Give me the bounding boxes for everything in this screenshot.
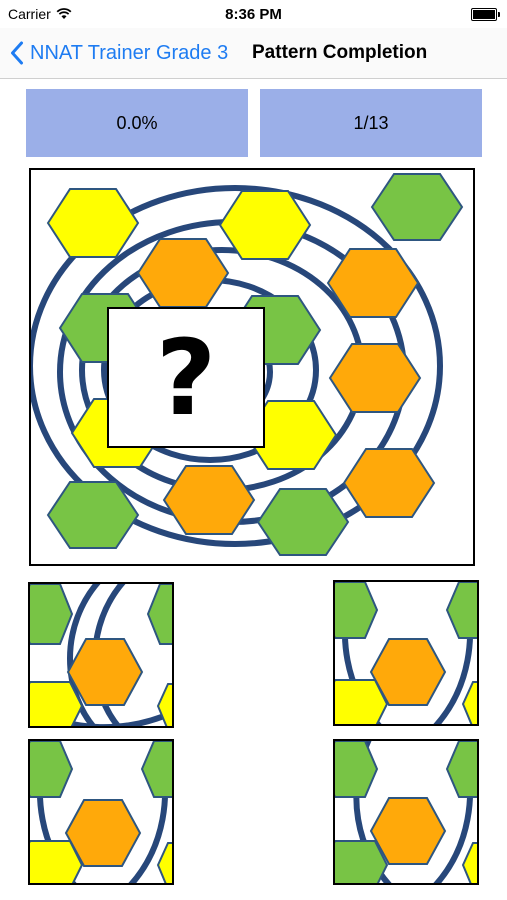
back-button-label: NNAT Trainer Grade 3 bbox=[30, 41, 229, 64]
answer-option-1-pattern bbox=[30, 584, 172, 726]
back-button[interactable]: NNAT Trainer Grade 3 bbox=[10, 37, 228, 69]
page-title: Pattern Completion bbox=[252, 42, 428, 63]
nav-bar: NNAT Trainer Grade 3 Pattern Completion bbox=[0, 28, 507, 79]
answer-option-3-pattern bbox=[30, 741, 172, 883]
progress-value: 1/13 bbox=[353, 112, 389, 133]
status-bar: Carrier 8:36 PM bbox=[0, 0, 507, 28]
progress-box: 1/13 bbox=[260, 89, 482, 157]
answer-option-3[interactable] bbox=[28, 739, 174, 885]
missing-piece-box: ? bbox=[107, 307, 265, 448]
answer-option-4-pattern bbox=[335, 741, 477, 883]
answer-option-4[interactable] bbox=[333, 739, 479, 885]
chevron-left-icon bbox=[11, 41, 23, 65]
score-box: 0.0% bbox=[26, 89, 248, 157]
status-time: 8:36 PM bbox=[225, 6, 282, 23]
answer-option-1[interactable] bbox=[28, 582, 174, 728]
score-value: 0.0% bbox=[116, 112, 158, 133]
battery-icon bbox=[471, 8, 500, 21]
answer-option-2[interactable] bbox=[333, 580, 479, 726]
question-mark: ? bbox=[155, 316, 217, 439]
answer-option-2-pattern bbox=[335, 582, 477, 724]
